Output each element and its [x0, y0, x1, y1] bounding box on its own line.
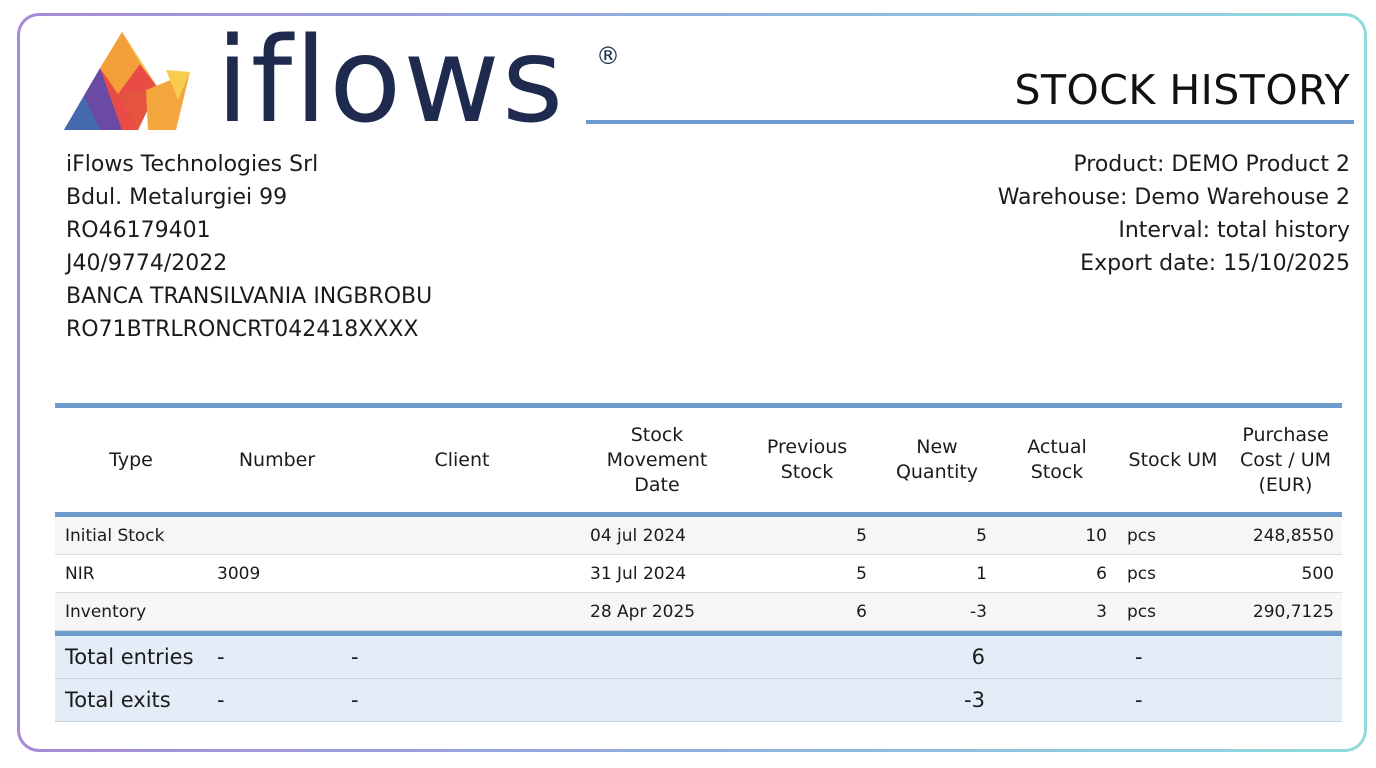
- meta-interval: Interval: total history: [1118, 218, 1350, 243]
- header-date-line: Movement: [606, 448, 708, 471]
- company-bank: BANCA TRANSILVANIA INGBROBU: [66, 284, 433, 309]
- cell-previous: 6: [856, 601, 867, 622]
- document-title: STOCK HISTORY: [1014, 66, 1350, 114]
- cell-date: 04 jul 2024: [590, 525, 686, 546]
- cell-new-qty: 1: [976, 563, 987, 584]
- company-tax-id: RO46179401: [66, 218, 211, 243]
- header-date-line: Stock: [630, 423, 684, 446]
- header-purchase-cost: Purchase Cost / UM (EUR): [1229, 423, 1342, 498]
- header-client: Client: [434, 448, 490, 471]
- header-date-line: Date: [634, 473, 680, 496]
- table-row: NIR 3009 31 Jul 2024 5 1 6 pcs 500: [55, 555, 1342, 593]
- registered-mark: ®: [596, 42, 620, 70]
- total-label: Total exits: [65, 688, 171, 712]
- cell-cost: 290,7125: [1252, 601, 1334, 622]
- report-meta: Product: DEMO Product 2 Warehouse: Demo …: [998, 148, 1350, 280]
- cell-actual: 3: [1096, 601, 1107, 622]
- cell-cost: 248,8550: [1252, 525, 1334, 546]
- cell-type: NIR: [65, 563, 95, 584]
- total-number: -: [217, 645, 225, 669]
- stock-history-table: Type Number Client Stock Movement Date P…: [55, 403, 1342, 722]
- total-value: -3: [964, 688, 985, 712]
- table-row: Initial Stock 04 jul 2024 5 5 10 pcs 248…: [55, 517, 1342, 555]
- cell-new-qty: -3: [970, 601, 987, 622]
- iflows-wordmark: iflows: [216, 11, 566, 149]
- document-frame: iflows ® STOCK HISTORY iFlows Technologi…: [17, 11, 1367, 752]
- cell-um: pcs: [1127, 563, 1156, 584]
- meta-product: Product: DEMO Product 2: [1073, 152, 1350, 177]
- meta-export-date: Export date: 15/10/2025: [1080, 251, 1350, 276]
- total-client: -: [351, 645, 359, 669]
- cell-previous: 5: [856, 525, 867, 546]
- cell-new-qty: 5: [976, 525, 987, 546]
- header-stock-um: Stock UM: [1128, 448, 1218, 471]
- cell-um: pcs: [1127, 601, 1156, 622]
- header-prev-line: Previous: [766, 436, 848, 458]
- company-iban: RO71BTRLRONCRT042418XXXX: [66, 317, 419, 342]
- document-page: iflows ® STOCK HISTORY iFlows Technologi…: [20, 11, 1364, 749]
- header-new-quantity: New Quantity: [877, 435, 997, 485]
- table-header: Type Number Client Stock Movement Date P…: [55, 408, 1342, 512]
- cell-type: Initial Stock: [65, 525, 165, 546]
- header-movement-date: Stock Movement Date: [577, 423, 737, 498]
- header-cost-line: Cost / UM: [1239, 448, 1332, 471]
- header-type: Type: [109, 448, 153, 471]
- title-divider: [586, 120, 1354, 124]
- cell-actual: 10: [1085, 525, 1107, 546]
- totals-row-entries: Total entries - - 6 -: [55, 636, 1342, 679]
- header-actual-stock: Actual Stock: [997, 435, 1117, 485]
- cell-date: 31 Jul 2024: [590, 563, 687, 584]
- meta-warehouse: Warehouse: Demo Warehouse 2: [997, 185, 1350, 210]
- cell-date: 28 Apr 2025: [590, 601, 696, 622]
- header-newq-line: New: [916, 436, 958, 458]
- header-previous-stock: Previous Stock: [737, 435, 877, 485]
- company-registration: J40/9774/2022: [66, 251, 228, 276]
- cell-type: Inventory: [65, 601, 147, 622]
- total-um: -: [1135, 645, 1143, 669]
- header-prev-line: Stock: [780, 461, 834, 483]
- company-name: iFlows Technologies Srl: [66, 152, 319, 177]
- header-newq-line: Quantity: [895, 461, 979, 483]
- header-actual-line: Actual: [1027, 436, 1087, 458]
- header-actual-line: Stock: [1030, 461, 1084, 483]
- cell-cost: 500: [1301, 563, 1334, 584]
- total-value: 6: [971, 645, 985, 669]
- cell-actual: 6: [1096, 563, 1107, 584]
- cell-um: pcs: [1127, 525, 1156, 546]
- iflows-logo-mark-icon: [64, 32, 190, 130]
- total-client: -: [351, 688, 359, 712]
- company-details: iFlows Technologies Srl Bdul. Metalurgie…: [66, 148, 432, 346]
- header-number: Number: [238, 448, 316, 471]
- total-number: -: [217, 688, 225, 712]
- header-cost-line: (EUR): [1258, 473, 1313, 496]
- total-um: -: [1135, 688, 1143, 712]
- table-row: Inventory 28 Apr 2025 6 -3 3 pcs 290,712…: [55, 593, 1342, 631]
- cell-previous: 5: [856, 563, 867, 584]
- header-cost-line: Purchase: [1242, 423, 1329, 446]
- company-address: Bdul. Metalurgiei 99: [66, 185, 288, 210]
- totals-row-exits: Total exits - - -3 -: [55, 679, 1342, 722]
- cell-number: 3009: [217, 563, 261, 584]
- total-label: Total entries: [65, 645, 194, 669]
